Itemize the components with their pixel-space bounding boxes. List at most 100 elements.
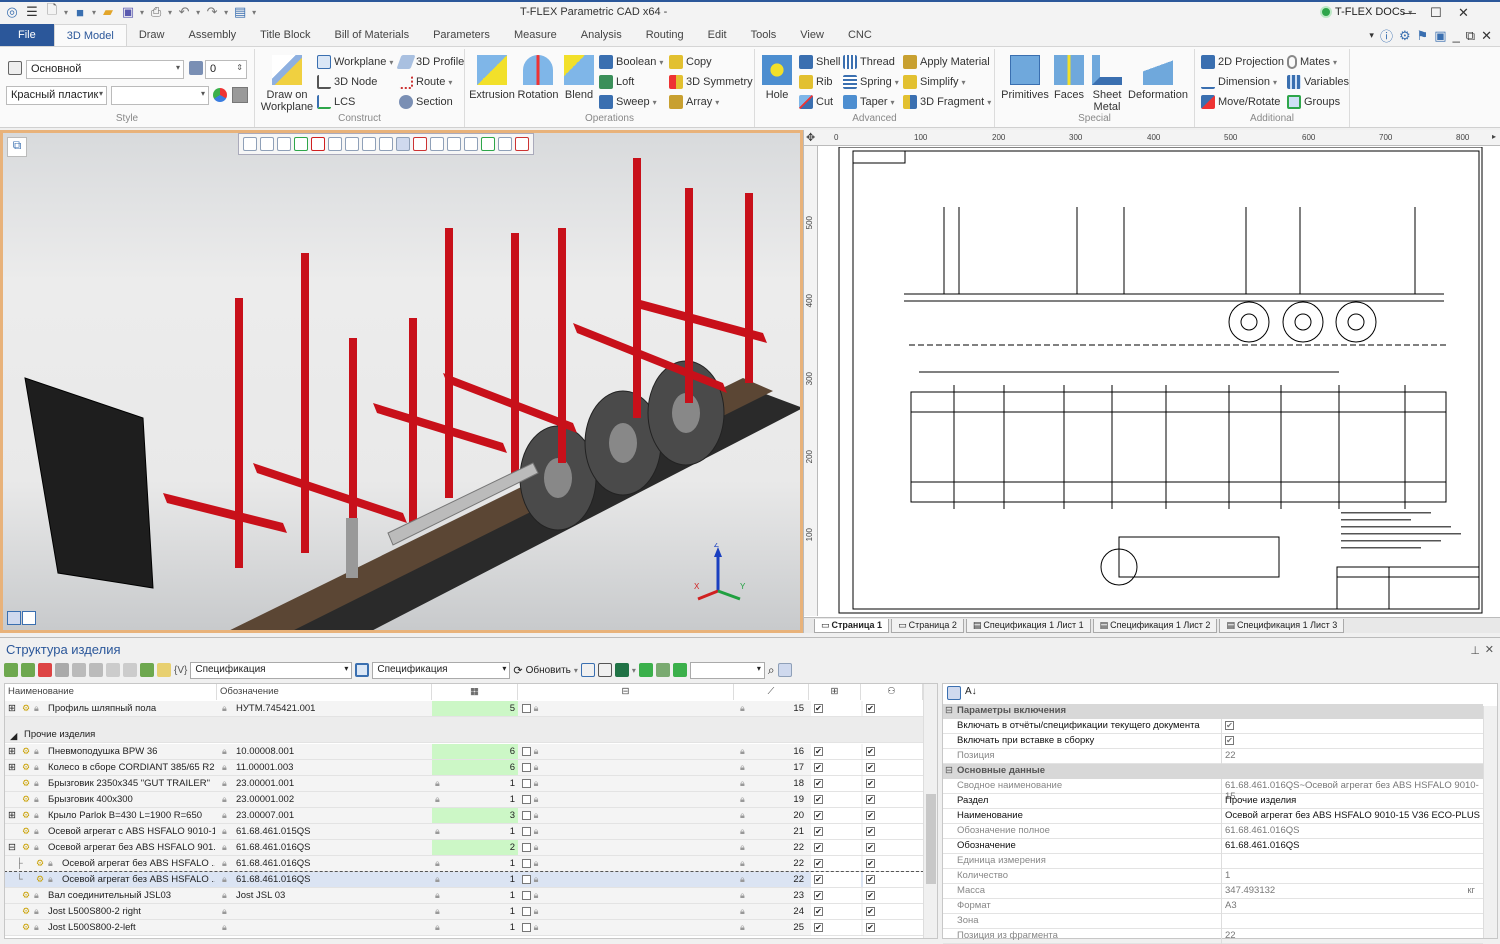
primitives-button[interactable]: Primitives — [999, 55, 1051, 101]
tab-view[interactable]: View — [788, 24, 836, 46]
select-loop-icon[interactable] — [464, 137, 478, 151]
table-row[interactable]: ⊞ ⚙ 🔒︎ Пневмоподушка BPW 36 🔒︎ 10.00008.001 6 … — [5, 744, 923, 760]
col-header-include-assembly[interactable]: ⚇ — [861, 684, 923, 700]
row-qty[interactable]: 3 — [432, 808, 518, 823]
rotation-button[interactable]: Rotation — [515, 55, 561, 101]
expand-toggle-icon[interactable]: ⊟ — [5, 840, 19, 855]
ribbon-options-icon[interactable]: ▾ — [1369, 30, 1374, 41]
property-row[interactable]: Наименование Осевой агрегат без ABS HSFAL… — [943, 809, 1483, 824]
row-qty[interactable]: 🔒︎ 1 — [432, 920, 518, 935]
tab-title-block[interactable]: Title Block — [248, 24, 322, 46]
doc-close-icon[interactable]: ✕ — [1481, 28, 1492, 44]
property-value[interactable]: 22 — [1225, 930, 1236, 941]
open-folder-icon[interactable]: ▰ — [100, 4, 116, 20]
row-include-report-checkbox[interactable]: ✔ — [811, 744, 861, 759]
row-include-report-checkbox[interactable]: ✔ — [811, 840, 861, 855]
taper-button[interactable]: Taper ▾ — [843, 95, 895, 109]
col-header-include-report[interactable]: ⊞ — [809, 684, 861, 700]
tb-highlight-icon[interactable] — [157, 663, 171, 677]
array-button[interactable]: Array ▾ — [669, 95, 719, 109]
filter-list-icon[interactable] — [277, 137, 291, 151]
row-cart-checkbox[interactable]: 🔒︎ — [519, 808, 541, 823]
tab-file[interactable]: File — [0, 24, 54, 46]
flag-icon[interactable]: ⚑ — [1417, 28, 1429, 44]
row-include-assembly-checkbox[interactable]: ✔ — [863, 792, 923, 807]
row-include-assembly-checkbox[interactable]: ✔ — [863, 888, 923, 903]
refresh-button[interactable]: Обновить — [526, 665, 571, 676]
row-qty[interactable]: 5 — [432, 701, 518, 716]
expand-toggle-icon[interactable]: ⊞ — [5, 760, 19, 775]
table-row[interactable]: ⚙ 🔒︎ Jost L500S800-2-left 🔒︎ 🔒︎ 1 🔒︎ 🔒︎ 25 ✔ ✔ — [5, 920, 923, 936]
col-header-code[interactable]: Обозначение — [217, 684, 432, 700]
thread-button[interactable]: Thread — [843, 55, 895, 69]
row-qty[interactable]: 6 — [432, 744, 518, 759]
row-include-assembly-checkbox[interactable]: ✔ — [863, 856, 923, 871]
row-qty[interactable]: 🔒︎ 1 — [432, 824, 518, 839]
move-rotate-button[interactable]: Move/Rotate — [1201, 95, 1280, 109]
row-cart-checkbox[interactable]: 🔒︎ — [519, 904, 541, 919]
property-row[interactable]: Обозначение 61.68.461.016QS — [943, 839, 1483, 854]
collapse-icon[interactable]: ◢ — [7, 729, 20, 744]
property-value[interactable]: Осевой агрегат без ABS HSFALO 9010-15 V3… — [1225, 810, 1480, 821]
row-include-assembly-checkbox[interactable]: ✔ — [863, 824, 923, 839]
row-include-report-checkbox[interactable]: ✔ — [811, 760, 861, 775]
sweep-button[interactable]: Sweep ▾ — [599, 95, 657, 109]
property-value[interactable]: 347.493132 — [1225, 885, 1275, 896]
spec-select-2[interactable]: Спецификация ▾ — [372, 661, 511, 679]
cut-button[interactable]: Cut — [799, 95, 833, 109]
property-row[interactable]: Формат A3 — [943, 899, 1483, 914]
settings-gear-icon[interactable]: ⚙ — [1399, 28, 1411, 44]
app-logo-icon[interactable]: ◎ — [4, 4, 20, 20]
row-include-assembly-checkbox[interactable]: ✔ — [863, 808, 923, 823]
tb-unlink-icon[interactable] — [123, 663, 137, 677]
tb-variables-icon[interactable]: {V} — [174, 665, 187, 676]
help-icon[interactable]: ⓘ — [1380, 26, 1393, 45]
expand-toggle-icon[interactable]: ⊞ — [5, 808, 19, 823]
row-include-assembly-checkbox[interactable]: ✔ — [863, 840, 923, 855]
property-row[interactable]: Позиция 22 — [943, 749, 1483, 764]
doc-restore-icon[interactable]: ⧉ — [1466, 28, 1475, 44]
row-include-assembly-checkbox[interactable]: ✔ — [863, 904, 923, 919]
property-row[interactable]: Включать при вставке в сборку ✔ — [943, 734, 1483, 749]
spring-button[interactable]: Spring ▾ — [843, 75, 899, 89]
property-value[interactable]: 61.68.461.016QS — [1225, 840, 1299, 851]
col-header-position[interactable]: ⟋ — [734, 684, 809, 700]
print-icon[interactable]: ⎙ — [148, 4, 164, 20]
expand-toggle-icon[interactable]: ⊞ — [5, 701, 19, 716]
col-header-cart[interactable]: ⊟ — [518, 684, 734, 700]
deformation-button[interactable]: Deformation — [1127, 55, 1189, 101]
row-include-report-checkbox[interactable]: ✔ — [811, 856, 861, 871]
row-cart-checkbox[interactable]: 🔒︎ — [519, 776, 541, 791]
minimize-button[interactable]: — — [1403, 5, 1416, 20]
faces-button[interactable]: Faces — [1053, 55, 1085, 101]
tb-remove-icon[interactable] — [38, 663, 52, 677]
blend-button[interactable]: Blend — [561, 55, 597, 101]
row-include-report-checkbox[interactable]: ✔ — [811, 920, 861, 935]
tb-move-up-icon[interactable] — [72, 663, 86, 677]
variables-button[interactable]: Variables — [1287, 75, 1349, 89]
tb-link-icon[interactable] — [106, 663, 120, 677]
row-include-report-checkbox[interactable]: ✔ — [811, 824, 861, 839]
3d-profile-button[interactable]: 3D Profile — [396, 55, 464, 69]
tb-table-icon[interactable] — [55, 663, 69, 677]
filter-check-icon[interactable] — [294, 137, 308, 151]
pin-icon[interactable]: ⊥ — [1470, 644, 1480, 657]
sheet-metal-button[interactable]: Sheet Metal — [1087, 55, 1127, 113]
select-body-icon[interactable] — [396, 137, 410, 151]
new-document-icon[interactable]: 🗋 — [44, 2, 60, 20]
tb-export-icon[interactable] — [655, 663, 670, 677]
grid-scrollbar[interactable] — [923, 684, 937, 938]
table-row[interactable]: ⚙ 🔒︎ Jost L500S800-2 right 🔒︎ 🔒︎ 1 🔒︎ 🔒︎ 24 ✔ ✔ — [5, 904, 923, 920]
table-row[interactable]: ⚙ 🔒︎ Брызговик 2350x345 "GUT TRAILER" 🔒︎ 23.… — [5, 776, 923, 792]
property-value[interactable]: 1 — [1225, 870, 1230, 881]
table-row[interactable]: ⊞ ⚙ 🔒︎ Колесо в сборе CORDIANT 385/65 R2...… — [5, 760, 923, 776]
maximize-button[interactable]: ☐ — [1430, 5, 1442, 21]
property-row[interactable]: Включать в отчёты/спецификации текущего … — [943, 719, 1483, 734]
tb-sync-icon[interactable] — [672, 663, 687, 677]
material-select[interactable]: Красный пластик ▾ — [6, 86, 107, 105]
menu-icon[interactable]: ☰ — [24, 4, 40, 20]
property-row[interactable]: Позиция из фрагмента 22 — [943, 929, 1483, 944]
tb-move-down-icon[interactable] — [89, 663, 103, 677]
tb-delete-icon[interactable] — [597, 663, 612, 677]
row-include-assembly-checkbox[interactable]: ✔ — [863, 776, 923, 791]
